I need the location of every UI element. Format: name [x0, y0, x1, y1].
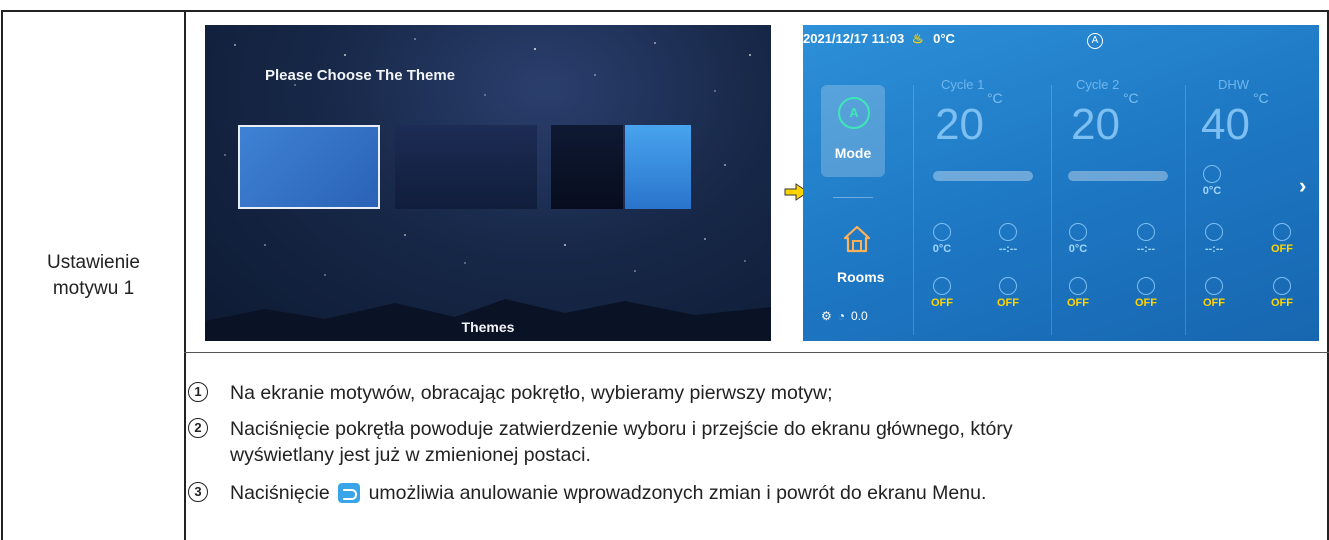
auto-mode-badge-icon: A: [1087, 33, 1103, 49]
cycle-1-temp-unit: °C: [986, 90, 1003, 107]
status-cell[interactable]: --:--: [1119, 223, 1173, 255]
footer-value: 0.0: [851, 309, 868, 323]
gear-icon: ⚙: [821, 309, 832, 323]
step-text: Na ekranie motywów, obracając pokrętło, …: [230, 382, 833, 404]
outdoor-thermometer-icon: ♨: [911, 31, 924, 46]
timer-icon: [1137, 223, 1155, 241]
dhw-status: 0°C: [1185, 165, 1239, 197]
status-cell-value: --:--: [1204, 243, 1224, 255]
step-2: 2 Naciśnięcie pokrętła powoduje zatwierd…: [188, 416, 1318, 468]
column-dhw: DHW: [1218, 77, 1250, 92]
cycle-2-temp-value: 20: [1071, 100, 1120, 149]
eco-icon: [1137, 277, 1155, 295]
step-text-after: umożliwia anulowanie wprowadzonych zmian…: [368, 482, 987, 504]
disinfect-icon: [1205, 277, 1223, 295]
meter-icon: ◔: [837, 309, 846, 323]
status-cell[interactable]: OFF: [1187, 277, 1241, 309]
status-cell-value: OFF: [931, 297, 953, 309]
table-column-divider: [184, 10, 186, 540]
tank-icon: [1203, 165, 1221, 183]
status-cell-value: 0°C: [1068, 243, 1088, 255]
table-border-top: [1, 10, 1329, 12]
instruction-steps: 1 Na ekranie motywów, obracając pokrętło…: [188, 380, 1318, 506]
theme-option-1[interactable]: [238, 125, 380, 209]
status-cell[interactable]: 0°C: [915, 223, 969, 255]
step-text-line-1: Naciśnięcie pokrętła powoduje zatwierdze…: [230, 418, 1013, 440]
row-label-line-1: Ustawienie: [47, 252, 140, 273]
mode-button[interactable]: A Mode: [821, 85, 885, 177]
timer-icon: [933, 277, 951, 295]
status-bar: 2021/12/17 11:03 ♨ 0°C: [803, 31, 1013, 47]
rooms-button[interactable]: Rooms: [837, 269, 884, 285]
status-cell[interactable]: --:--: [981, 223, 1035, 255]
step-1: 1 Na ekranie motywów, obracając pokrętło…: [188, 380, 1318, 406]
dhw-temperature[interactable]: 40°C: [1201, 90, 1269, 150]
theme-selection-screenshot: Please Choose The Theme Themes: [205, 25, 771, 341]
theme-screen-footer: Themes: [461, 319, 515, 335]
status-cell[interactable]: OFF: [1051, 277, 1105, 309]
main-screen-screenshot: 2021/12/17 11:03 ♨ 0°C A Cycle 1 Cycle 2…: [803, 25, 1319, 341]
floor-heating-icon: [933, 223, 951, 241]
cycle-1-temperature[interactable]: 20°C: [935, 90, 1003, 150]
boost-icon: [1273, 223, 1291, 241]
step-number: 1: [188, 382, 208, 402]
timer-icon: [1069, 277, 1087, 295]
theme-option-2[interactable]: [395, 125, 537, 209]
back-icon: [338, 483, 361, 503]
timer-icon: [999, 223, 1017, 241]
status-cell-value: OFF: [1135, 297, 1157, 309]
theme-screen-title: Please Choose The Theme: [265, 67, 456, 84]
column-separator: [1185, 85, 1186, 335]
status-cell-value: OFF: [1067, 297, 1089, 309]
dhw-temp-unit: °C: [1252, 90, 1269, 107]
status-cell[interactable]: OFF: [981, 277, 1035, 309]
row-label-line-2: motywu 1: [52, 278, 135, 299]
status-cell[interactable]: OFF: [1255, 223, 1309, 255]
step-3: 3 Naciśnięcie umożliwia anulowanie wprow…: [188, 480, 1318, 506]
cycle-1-temp-value: 20: [935, 100, 984, 149]
status-cell-value: OFF: [1203, 297, 1225, 309]
step-text-line-2: wyświetlany jest już w zmienionej postac…: [230, 444, 591, 466]
status-cell-value: --:--: [1136, 243, 1156, 255]
floor-heating-icon: [1069, 223, 1087, 241]
theme-option-4[interactable]: [625, 125, 691, 209]
outdoor-temperature: 0°C: [933, 31, 955, 46]
step-number: 3: [188, 482, 208, 502]
status-cell-value: 0°C: [932, 243, 952, 255]
eco-icon: [999, 277, 1017, 295]
mode-auto-icon: A: [838, 97, 870, 129]
dhw-temp-value: 40: [1201, 100, 1250, 149]
status-cell-value: --:--: [998, 243, 1018, 255]
next-page-chevron-icon[interactable]: ›: [1299, 173, 1306, 199]
cycle-2-status-bar: [1068, 171, 1168, 181]
holiday-icon: [1273, 277, 1291, 295]
column-separator: [913, 85, 914, 335]
cycle-2-temp-unit: °C: [1122, 90, 1139, 107]
column-cycle-2: Cycle 2: [1076, 77, 1120, 92]
divider: [833, 197, 873, 198]
status-cell-value: OFF: [1271, 297, 1293, 309]
cycle-1-status-bar: [933, 171, 1033, 181]
column-cycle-1: Cycle 1: [941, 77, 985, 92]
mode-label: Mode: [834, 145, 872, 161]
cycle-2-temperature[interactable]: 20°C: [1071, 90, 1139, 150]
status-cell[interactable]: --:--: [1187, 223, 1241, 255]
status-cell[interactable]: OFF: [1255, 277, 1309, 309]
status-cell[interactable]: OFF: [1119, 277, 1173, 309]
step-number: 2: [188, 418, 208, 438]
status-cell[interactable]: OFF: [915, 277, 969, 309]
table-row-divider: [184, 352, 1329, 353]
theme-option-3[interactable]: [551, 125, 623, 209]
date-time: 2021/12/17 11:03: [803, 31, 905, 46]
status-cell-value: OFF: [997, 297, 1019, 309]
status-cell-value: OFF: [1271, 243, 1293, 255]
row-label: Ustawienie motywu 1: [3, 250, 184, 302]
home-icon[interactable]: [842, 224, 872, 254]
status-cell[interactable]: 0°C: [1051, 223, 1105, 255]
step-text-before: Naciśnięcie: [230, 482, 330, 504]
dhw-status-value: 0°C: [1202, 185, 1222, 197]
timer-icon: [1205, 223, 1223, 241]
status-footer: ⚙ ◔ 0.0: [821, 309, 874, 323]
